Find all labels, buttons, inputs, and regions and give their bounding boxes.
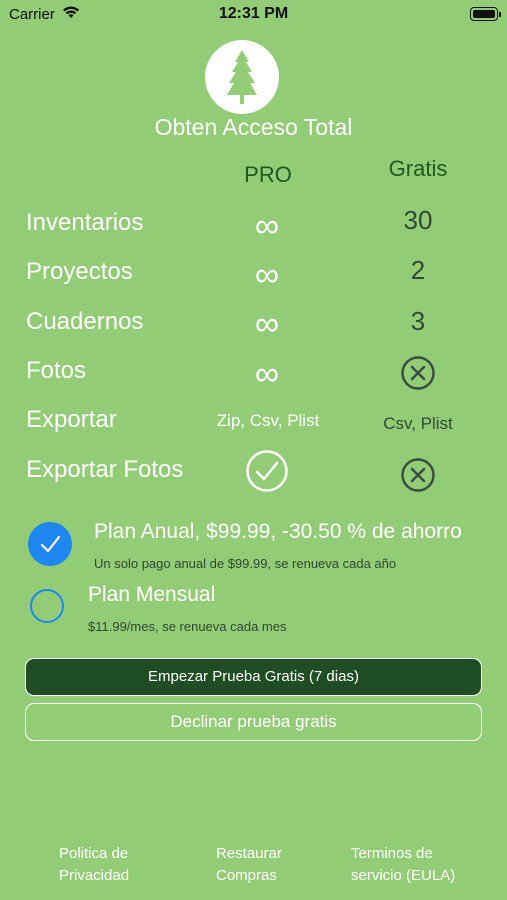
pro-value-exportar: Zip, Csv, Plist xyxy=(216,411,320,430)
plan-annual-title[interactable]: Plan Anual, $99.99, -30.50 % de ahorro xyxy=(94,520,462,544)
x-circle-icon xyxy=(400,355,436,396)
pro-value-fotos: ∞ xyxy=(254,355,280,393)
free-value-inventarios: 30 xyxy=(403,205,433,235)
clock: 12:31 PM xyxy=(218,5,289,22)
decline-trial-button[interactable]: Declinar prueba gratis xyxy=(25,703,482,741)
plan-monthly-title[interactable]: Plan Mensual xyxy=(88,583,215,607)
column-header-pro: PRO xyxy=(244,162,292,187)
row-label-fotos: Fotos xyxy=(26,357,87,384)
privacy-policy-line-1: Politica de xyxy=(59,845,129,862)
start-trial-button[interactable]: Empezar Prueba Gratis (7 dias) xyxy=(25,658,482,696)
battery-icon xyxy=(470,7,501,21)
restore-purchases-line-2: Compras xyxy=(216,867,277,884)
app-logo xyxy=(205,40,279,114)
row-label-inventarios: Inventarios xyxy=(26,209,144,236)
row-label-exportar: Exportar xyxy=(26,406,117,433)
check-circle-icon xyxy=(245,449,289,498)
privacy-policy-line-2: Privacidad xyxy=(59,867,130,884)
plan-annual-subtitle: Un solo pago anual de $99.99, se renueva… xyxy=(94,556,397,571)
free-value-cuadernos: 3 xyxy=(410,306,426,336)
column-header-free: Gratis xyxy=(388,156,448,181)
row-label-proyectos: Proyectos xyxy=(26,258,133,285)
free-value-proyectos: 2 xyxy=(410,255,426,285)
row-label-exportar-fotos: Exportar Fotos xyxy=(26,456,184,483)
radio-plan-annual[interactable] xyxy=(28,522,72,566)
checkmark-icon xyxy=(40,535,61,553)
pine-tree-icon xyxy=(227,50,257,104)
terms-of-service-line-1: Terminos de xyxy=(351,845,433,862)
pro-value-cuadernos: ∞ xyxy=(254,305,280,343)
x-circle-icon xyxy=(400,457,436,498)
terms-of-service-link[interactable]: Terminos de servicio (EULA) xyxy=(351,843,455,887)
row-label-cuadernos: Cuadernos xyxy=(26,308,144,335)
status-bar: Carrier 12:31 PM xyxy=(0,0,507,30)
pro-value-proyectos: ∞ xyxy=(254,256,280,294)
free-value-exportar: Csv, Plist xyxy=(383,414,453,433)
plan-monthly-subtitle: $11.99/mes, se renueva cada mes xyxy=(88,619,287,634)
radio-plan-monthly[interactable] xyxy=(30,589,64,623)
page-title: Obten Acceso Total xyxy=(154,114,353,140)
restore-purchases-link[interactable]: Restaurar Compras xyxy=(216,843,282,887)
terms-of-service-line-2: servicio (EULA) xyxy=(351,867,456,884)
privacy-policy-link[interactable]: Politica de Privacidad xyxy=(59,843,129,887)
restore-purchases-line-1: Restaurar xyxy=(216,845,282,862)
pro-value-inventarios: ∞ xyxy=(254,207,280,245)
